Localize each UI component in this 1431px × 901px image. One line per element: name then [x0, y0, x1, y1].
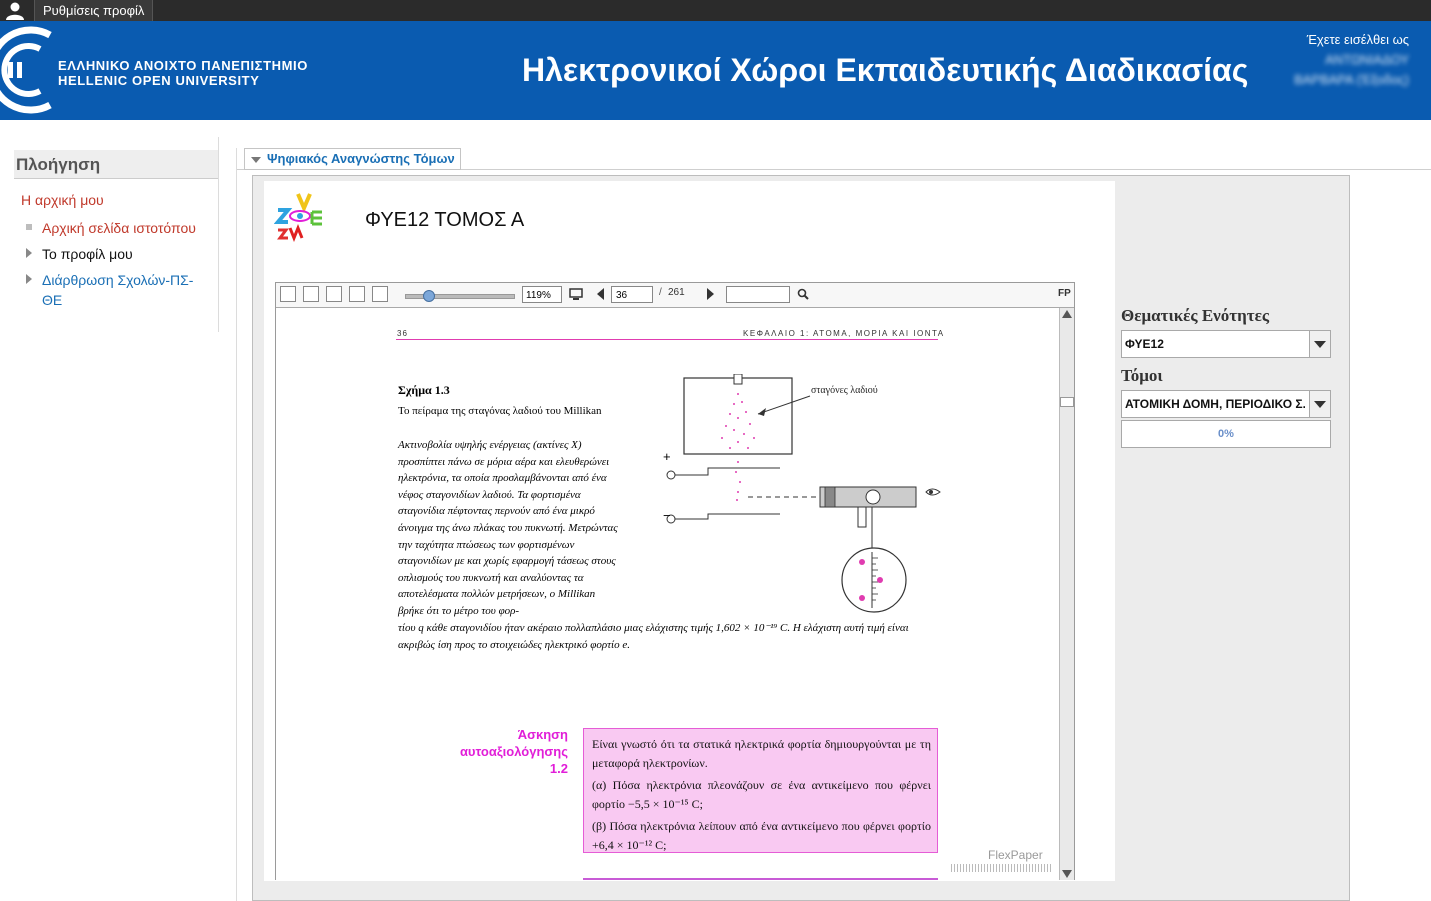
nav-divider	[218, 137, 219, 332]
exercise-label-line1: Άσκηση	[517, 727, 568, 742]
user-icon[interactable]	[4, 1, 26, 20]
page-bottom-rule	[583, 878, 938, 880]
zoom-slider[interactable]	[405, 294, 515, 299]
thematic-units-label: Θεματικές Ενότητες	[1121, 306, 1270, 325]
reader-legend-label: Ψηφιακός Αναγνώστης Τόμων	[267, 151, 455, 166]
exercise-label-line2: αυτοαξιολόγησης	[459, 744, 568, 759]
nav-school-structure-label: Διάρθρωση Σχολών-ΠΣ-ΘΕ	[42, 272, 194, 308]
document-viewport[interactable]: 36 ΚΕΦΑΛΑΙΟ 1: ΑΤΟΜΑ, ΜΟΡΙΑ ΚΑΙ ΙΟΝΤΑ Σχ…	[276, 308, 1059, 880]
thematic-units-value: ΦΥΕ12	[1125, 337, 1164, 351]
minus-terminal-label: −	[663, 508, 671, 523]
content-left-border	[236, 148, 237, 901]
header-rule	[396, 339, 938, 340]
nav-school-structure[interactable]: Διάρθρωση Σχολών-ΠΣ-ΘΕ	[26, 270, 206, 310]
figure-description: Ακτινοβολία υψηλής ενέργειας (ακτίνες Χ)…	[398, 439, 618, 617]
zme-logo-icon	[274, 193, 322, 242]
university-logo-icon[interactable]	[0, 21, 60, 120]
book-title: ΦΥΕ12 ΤΟΜΟΣ Α	[365, 209, 525, 231]
self-assessment-box: Είναι γνωστό ότι τα στατικά ηλεκτρικά φο…	[583, 728, 938, 853]
search-icon[interactable]	[797, 288, 809, 300]
user-surname[interactable]: ΑΝΤΩΝΙΑΔΟΥ	[1294, 50, 1409, 70]
scroll-up-icon[interactable]	[1062, 310, 1072, 318]
nav-site-home-label: Αρχική σελίδα ιστοτόπου	[42, 220, 196, 236]
fullscreen-icon[interactable]	[569, 287, 583, 301]
reader-legend[interactable]: Ψηφιακός Αναγνώστης Τόμων	[244, 148, 461, 170]
figure-caption: Το πείραμα της σταγόνας λαδιού του Milli…	[398, 405, 602, 417]
nav-my-home[interactable]: Η αρχική μου	[21, 192, 104, 208]
university-name-greek: ΕΛΛΗΝΙΚΟ ΑΝΟΙΧΤΟ ΠΑΝΕΠΙΣΤΗΜΙΟ	[58, 58, 308, 73]
two-page-view-icon[interactable]	[303, 286, 319, 302]
figure-description-continued: τίου q κάθε σταγονιδίου ήταν ακέραιο πολ…	[398, 622, 909, 651]
nav-my-profile[interactable]: Το προφίλ μου	[26, 244, 206, 264]
watermark-barcode	[951, 864, 1051, 872]
expand-arrow-icon[interactable]	[26, 248, 32, 258]
load-progress: 0%	[1121, 420, 1331, 448]
volumes-value: ΑΤΟΜΙΚΗ ΔΟΜΗ, ΠΕΡΙΟΔΙΚΟ Σ...	[1125, 397, 1305, 411]
oil-droplets-label: σταγόνες λαδιού	[811, 385, 878, 396]
navigation-block: Πλοήγηση Η αρχική μου Αρχική σελίδα ιστο…	[14, 150, 218, 308]
login-info: Έχετε εισέλθει ως ΑΝΤΩΝΙΑΔΟΥ ΒΑΡΒΑΡΑ (Έξ…	[1294, 30, 1409, 90]
site-title: Ηλεκτρονικοί Χώροι Εκπαιδευτικής Διαδικα…	[522, 52, 1249, 88]
flexpaper-watermark: FlexPaper	[988, 848, 1043, 862]
vertical-scrollbar[interactable]	[1059, 308, 1074, 880]
university-name-english: HELLENIC OPEN UNIVERSITY	[58, 73, 260, 88]
plus-terminal-label: +	[663, 449, 671, 464]
nav-site-home[interactable]: Αρχική σελίδα ιστοτόπου	[26, 218, 206, 238]
header-banner: ΕΛΛΗΝΙΚΟ ΑΝΟΙΧΤΟ ΠΑΝΕΠΙΣΤΗΜΙΟ HELLENIC O…	[0, 21, 1431, 120]
exercise-intro: Είναι γνωστό ότι τα στατικά ηλεκτρικά φο…	[592, 737, 931, 770]
search-input[interactable]	[726, 286, 790, 303]
volumes-label: Τόμοι	[1121, 366, 1163, 385]
profile-settings-link[interactable]: Ρυθμίσεις προφίλ	[34, 0, 154, 21]
login-prefix: Έχετε εισέλθει ως	[1306, 32, 1409, 47]
page-number-field[interactable]: 36	[611, 286, 653, 303]
dropdown-arrow-icon[interactable]	[1309, 331, 1330, 357]
next-page-icon[interactable]	[706, 288, 714, 300]
page-separator: /	[659, 287, 662, 298]
thumbnail-view-icon[interactable]	[326, 286, 342, 302]
scrollbar-thumb[interactable]	[1060, 397, 1074, 407]
collapse-triangle-icon	[251, 156, 261, 163]
navigation-title: Πλοήγηση	[14, 150, 218, 179]
chapter-header: ΚΕΦΑΛΑΙΟ 1: ΑΤΟΜΑ, ΜΟΡΙΑ ΚΑΙ ΙΟΝΤΑ	[743, 329, 945, 338]
zoom-slider-handle[interactable]	[423, 290, 435, 302]
total-pages: 261	[668, 287, 685, 298]
fit-width-icon[interactable]	[349, 286, 365, 302]
exercise-label-number: 1.2	[549, 761, 568, 776]
scroll-down-icon[interactable]	[1062, 870, 1072, 878]
user-firstname-logout[interactable]: ΒΑΡΒΑΡΑ (Έξοδος)	[1294, 70, 1409, 90]
volumes-select[interactable]: ΑΤΟΜΙΚΗ ΔΟΜΗ, ΠΕΡΙΟΔΙΚΟ Σ...	[1121, 390, 1331, 418]
bullet-icon	[26, 224, 32, 230]
viewer-toolbar: 119% 36 / 261 FP	[276, 283, 1074, 308]
side-panel: Θεματικές Ενότητες ΦΥΕ12 Τόμοι ΑΤΟΜΙΚΗ Δ…	[1121, 306, 1331, 448]
fit-height-icon[interactable]	[372, 286, 388, 302]
expand-arrow-icon[interactable]	[26, 274, 32, 284]
top-bar: Ρυθμίσεις προφίλ	[0, 0, 1431, 21]
page-number-label: 36	[397, 329, 408, 338]
flexpaper-viewer: 119% 36 / 261 FP 36 ΚΕΦΑΛΑΙΟ 1: ΑΤΟΜΑ, Μ…	[275, 282, 1075, 880]
single-page-view-icon[interactable]	[280, 286, 296, 302]
dropdown-arrow-icon[interactable]	[1309, 391, 1330, 417]
millikan-apparatus-diagram	[666, 374, 941, 613]
zoom-level-field[interactable]: 119%	[522, 286, 562, 303]
figure-title: Σχήμα 1.3	[398, 383, 450, 397]
exercise-part-b: (β) Πόσα ηλεκτρόνια λείπουν από ένα αντι…	[592, 819, 931, 852]
nav-my-profile-label: Το προφίλ μου	[42, 246, 133, 262]
thematic-units-select[interactable]: ΦΥΕ12	[1121, 330, 1331, 358]
flexpaper-logo[interactable]: FP	[1058, 288, 1071, 299]
exercise-part-a: (α) Πόσα ηλεκτρόνια πλεονάζουν σε ένα αν…	[592, 778, 931, 811]
prev-page-icon[interactable]	[597, 288, 605, 300]
